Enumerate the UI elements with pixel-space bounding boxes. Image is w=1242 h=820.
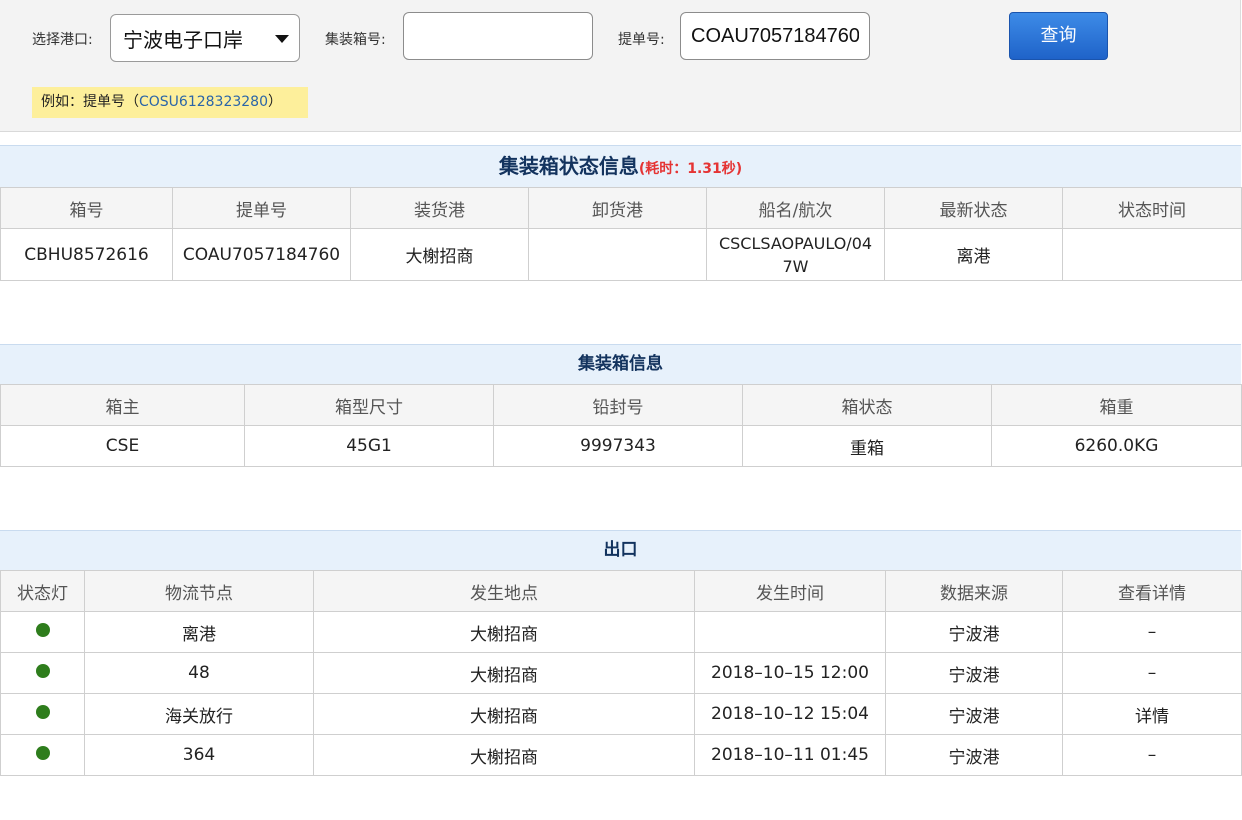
chevron-down-icon <box>275 35 289 43</box>
col-header: 发生时间 <box>694 570 886 612</box>
status-light-cell <box>0 611 85 653</box>
col-header: 发生地点 <box>313 570 695 612</box>
hint-example: COSU6128323280 <box>139 94 269 110</box>
location-cell: 大榭招商 <box>313 734 695 776</box>
container-section-title: 集装箱信息 <box>0 344 1241 385</box>
container-no-input[interactable] <box>403 12 593 60</box>
source-cell: 宁波港 <box>885 734 1063 776</box>
col-header: 箱主 <box>0 384 245 426</box>
time-cell <box>694 611 886 653</box>
time-cell: 2018–10–11 01:45 <box>694 734 886 776</box>
col-header: 查看详情 <box>1062 570 1242 612</box>
status-table: 箱号 提单号 装货港 卸货港 船名/航次 最新状态 状态时间 CBHU85726… <box>0 187 1242 281</box>
col-header: 提单号 <box>172 187 351 229</box>
bl-no-label: 提单号: <box>618 32 665 48</box>
node-cell: 离港 <box>84 611 314 653</box>
status-light-icon <box>35 746 50 760</box>
latest-status-cell: 离港 <box>884 228 1063 281</box>
vessel-voyage-line2: 7W <box>782 256 809 276</box>
status-time-cell <box>1062 228 1242 281</box>
node-cell: 364 <box>84 734 314 776</box>
source-cell: 宁波港 <box>885 611 1063 653</box>
time-cell: 2018–10–12 15:04 <box>694 693 886 735</box>
container-table: 箱主 箱型尺寸 铅封号 箱状态 箱重 CSE 45G1 9997343 重箱 6… <box>0 384 1242 467</box>
discharge-port-cell <box>528 228 707 281</box>
col-header: 装货港 <box>350 187 529 229</box>
export-section-title: 出口 <box>0 530 1241 571</box>
table-row: CBHU8572616 COAU7057184760 大榭招商 CSCLSAOP… <box>0 228 1242 281</box>
status-light-cell <box>0 652 85 694</box>
port-label: 选择港口: <box>32 32 93 48</box>
container-no-link[interactable]: CBHU8572616 <box>0 228 173 281</box>
port-select[interactable]: 宁波电子口岸 <box>110 14 300 62</box>
col-header: 箱状态 <box>742 384 992 426</box>
detail-cell: – <box>1062 652 1242 694</box>
port-select-value: 宁波电子口岸 <box>123 28 243 52</box>
detail-cell: – <box>1062 611 1242 653</box>
bl-no-cell: COAU7057184760 <box>172 228 351 281</box>
load-port-cell: 大榭招商 <box>350 228 529 281</box>
table-row: 海关放行 大榭招商 2018–10–12 15:04 宁波港 详情 <box>0 693 1242 735</box>
source-cell: 宁波港 <box>885 693 1063 735</box>
hint-suffix: ） <box>268 94 283 110</box>
node-cell: 海关放行 <box>84 693 314 735</box>
location-cell: 大榭招商 <box>313 611 695 653</box>
example-hint: 例如：提单号（COSU6128323280） <box>32 87 308 118</box>
table-row: 48 大榭招商 2018–10–15 12:00 宁波港 – <box>0 652 1242 694</box>
col-header: 数据来源 <box>885 570 1063 612</box>
col-header: 箱重 <box>991 384 1242 426</box>
status-light-icon <box>35 705 50 719</box>
type-size-cell: 45G1 <box>244 425 494 467</box>
elapsed-time: (耗时：1.31秒) <box>638 161 743 177</box>
detail-cell: – <box>1062 734 1242 776</box>
status-title-text: 集装箱状态信息 <box>498 154 639 178</box>
col-header: 最新状态 <box>884 187 1063 229</box>
container-no-label: 集装箱号: <box>325 32 386 48</box>
table-row: 离港 大榭招商 宁波港 – <box>0 611 1242 653</box>
owner-cell: CSE <box>0 425 245 467</box>
status-light-icon <box>35 664 50 678</box>
col-header: 箱号 <box>0 187 173 229</box>
seal-no-cell: 9997343 <box>493 425 743 467</box>
status-light-icon <box>35 623 50 637</box>
status-light-cell <box>0 734 85 776</box>
col-header: 状态时间 <box>1062 187 1242 229</box>
col-header: 状态灯 <box>0 570 85 612</box>
col-header: 箱型尺寸 <box>244 384 494 426</box>
export-table: 状态灯 物流节点 发生地点 发生时间 数据来源 查看详情 离港 大榭招商 宁波港… <box>0 570 1242 776</box>
weight-cell: 6260.0KG <box>991 425 1242 467</box>
search-panel: 选择港口: 宁波电子口岸 集装箱号: 提单号: 查询 例如：提单号（COSU61… <box>0 0 1241 132</box>
status-light-cell <box>0 693 85 735</box>
node-cell: 48 <box>84 652 314 694</box>
vessel-voyage-line1: CSCLSAOPAULO/04 <box>718 233 873 253</box>
table-row: CSE 45G1 9997343 重箱 6260.0KG <box>0 425 1242 467</box>
detail-link[interactable]: 详情 <box>1062 693 1242 735</box>
vessel-voyage-cell: CSCLSAOPAULO/04 7W <box>706 228 885 281</box>
time-cell: 2018–10–15 12:00 <box>694 652 886 694</box>
col-header: 物流节点 <box>84 570 314 612</box>
col-header: 船名/航次 <box>706 187 885 229</box>
box-status-cell: 重箱 <box>742 425 992 467</box>
col-header: 卸货港 <box>528 187 707 229</box>
location-cell: 大榭招商 <box>313 693 695 735</box>
hint-prefix: 例如：提单号（ <box>41 94 139 110</box>
query-button[interactable]: 查询 <box>1009 12 1108 60</box>
location-cell: 大榭招商 <box>313 652 695 694</box>
status-section-title: 集装箱状态信息(耗时：1.31秒) <box>0 145 1241 188</box>
source-cell: 宁波港 <box>885 652 1063 694</box>
table-row: 364 大榭招商 2018–10–11 01:45 宁波港 – <box>0 734 1242 776</box>
col-header: 铅封号 <box>493 384 743 426</box>
bl-no-input[interactable] <box>680 12 870 60</box>
